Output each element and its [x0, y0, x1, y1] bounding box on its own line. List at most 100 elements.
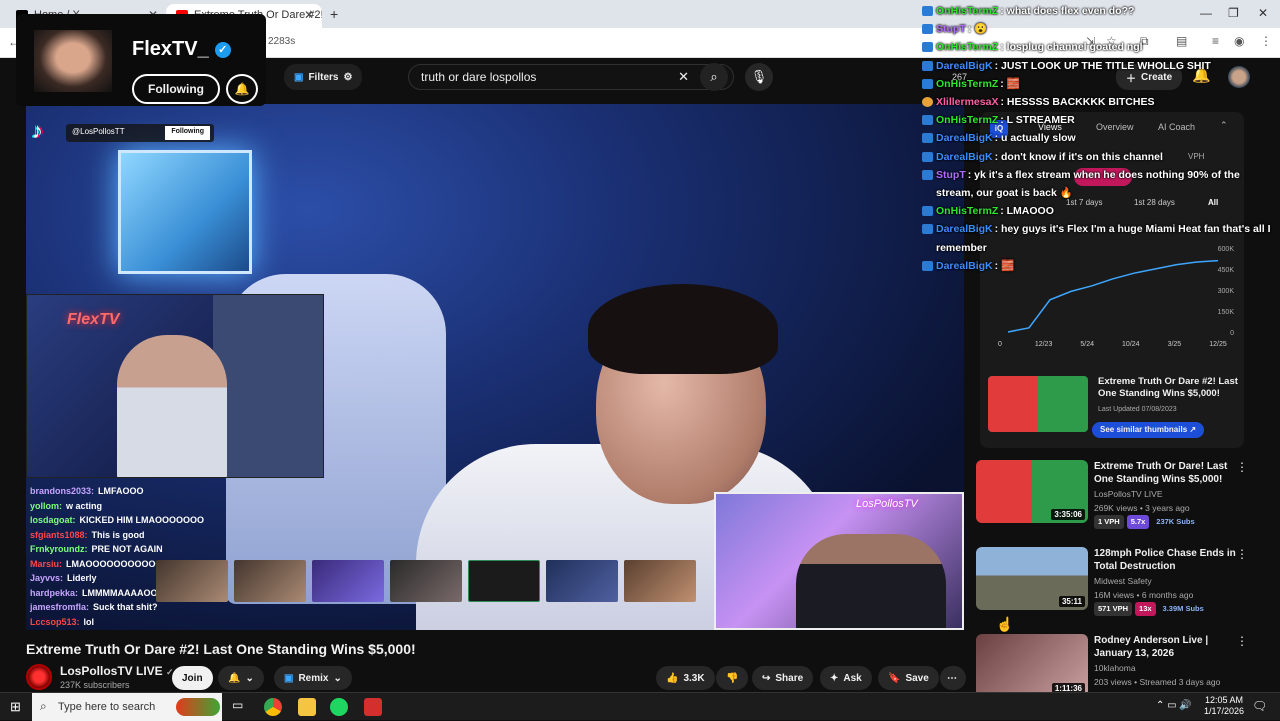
chat-username: OnHisTermZ [936, 41, 999, 54]
stream-chat-line: losdagoat: KICKED HIM LMAOOOOOOO [30, 513, 280, 528]
ask-button[interactable]: ✦ Ask [820, 666, 872, 690]
twitch-chat-line: DarealBigK: don't know if it's on this c… [920, 148, 1276, 166]
rec-title[interactable]: 128mph Police Chase Ends in Total Destru… [1094, 547, 1244, 573]
close-tab-icon[interactable]: ✕ [304, 8, 314, 22]
thumbs-up-icon: 👍 [666, 672, 679, 684]
multiplier-badge: 13x [1135, 602, 1156, 616]
recommendation-item[interactable]: 35:11 128mph Police Chase Ends in Total … [976, 547, 1256, 617]
task-view-icon[interactable]: ▭ [232, 698, 250, 716]
chat-username: Marsiu: [30, 558, 63, 569]
subscriber-badge-icon [922, 24, 933, 35]
clear-search-icon[interactable]: ✕ [678, 69, 689, 85]
notification-center-icon[interactable]: 🗨 [1252, 699, 1267, 713]
duration-badge: 35:11 [1058, 596, 1085, 607]
chat-message: w acting [66, 500, 103, 511]
chat-username: Frnkyroundz: [30, 544, 88, 554]
stream-chat-line: jamesfromfla: Suck that shit? [30, 600, 280, 615]
y-tick-label: 300K [1218, 288, 1235, 295]
chat-message: lol [83, 616, 95, 627]
neon-sign: FlexTV [67, 311, 120, 328]
subscriber-badge-icon [922, 260, 933, 271]
more-options-icon[interactable]: ⋮ [1236, 634, 1248, 648]
share-button[interactable]: ↪ Share [752, 666, 814, 690]
moderator-badge-icon [922, 97, 933, 108]
chat-username: StupT [936, 23, 966, 36]
stream-chat-line: brandons2033: LMFAOOO [30, 484, 280, 499]
file-explorer-icon[interactable] [298, 698, 316, 716]
chat-username: yollom: [30, 500, 63, 511]
video-title: Extreme Truth Or Dare #2! Last One Stand… [26, 641, 416, 657]
sliders-icon: ⚙ [343, 71, 353, 83]
rec-thumbnail[interactable]: 35:11 [976, 547, 1088, 610]
like-count: 3.3K [683, 672, 705, 684]
twitch-chat-line: XlillermesaX: HESSSS BACKKKK BITCHES [920, 93, 1276, 111]
rec-title[interactable]: Rodney Anderson Live | January 13, 2026 [1094, 634, 1244, 660]
dislike-button[interactable]: 👎 [716, 666, 749, 690]
tray-icons[interactable]: ⌃ ▭ 🔊 [1156, 700, 1192, 711]
more-options-icon[interactable]: ⋮ [1236, 460, 1248, 474]
more-options-icon[interactable]: ⋮ [1236, 547, 1248, 561]
chat-username: DarealBigK [936, 59, 993, 72]
new-tab-button[interactable]: + [330, 6, 338, 22]
tv-screen [118, 150, 252, 274]
chrome-icon[interactable] [264, 698, 282, 716]
rec-channel[interactable]: 10klahoma [1094, 662, 1136, 674]
rec-title[interactable]: Extreme Truth Or Dare! Last One Standing… [1094, 460, 1244, 486]
chat-message: : don't know if it's on this channel [994, 150, 1163, 163]
join-button[interactable]: Join [172, 666, 213, 690]
chat-username: OnHisTermZ [936, 5, 999, 17]
chat-message: : L STREAMER [1000, 114, 1075, 127]
peppers-icon [176, 698, 220, 716]
rec-channel[interactable]: Midwest Safety [1094, 575, 1152, 587]
search-input[interactable]: truth or dare lospollos ✕ [408, 64, 734, 90]
filters-button[interactable]: ▣ Filters ⚙ [284, 64, 363, 90]
multiplier-badge: 5.7x [1126, 515, 1150, 529]
subscribed-bell-button[interactable]: 🔔 ⌄ [218, 666, 264, 690]
bell-icon[interactable]: 🔔 [226, 74, 258, 104]
chat-username: sfgiants1088: [30, 529, 88, 540]
duration-badge: 3:35:06 [1051, 509, 1085, 520]
like-button[interactable]: 👍 3.3K [656, 666, 715, 690]
similar-thumbnails-button[interactable]: See similar thumbnails ↗ [1092, 422, 1205, 438]
chat-username: hardpekka: [30, 587, 79, 598]
search-query: truth or dare lospollos [421, 70, 537, 84]
channel-avatar[interactable] [26, 664, 52, 690]
video-player[interactable]: ♪ @LosPollosTT Following FlexTV brandons… [26, 104, 964, 630]
channel-name[interactable]: LosPollosTV LIVE [60, 664, 163, 678]
chat-username: DarealBigK [936, 132, 993, 145]
subscriber-badge-icon [922, 42, 933, 53]
chat-username: StupT [936, 168, 966, 181]
more-actions-button[interactable]: ⋯ [940, 666, 966, 690]
chat-message: PRE NOT AGAIN [91, 544, 163, 554]
stream-chat-overlay: brandons2033: LMFAOOO yollom: w acting losda… [30, 484, 280, 629]
save-button[interactable]: 🔖 Save [878, 666, 939, 690]
mouse-cursor-icon: ☝ [996, 616, 1014, 632]
flex-name: FlexTV_ [132, 38, 209, 60]
chat-message: This is good [91, 529, 145, 540]
recommendation-item[interactable]: 3:35:06 Extreme Truth Or Dare! Last One … [976, 460, 1256, 530]
recommendation-item[interactable]: 1:11:36 Rodney Anderson Live | January 1… [976, 634, 1256, 697]
chat-message: Suck that shit? [93, 602, 158, 612]
rec-thumbnail[interactable]: 1:11:36 [976, 634, 1088, 697]
microphone-icon[interactable]: 🎙 [745, 63, 773, 91]
chat-message: : 🧱 [994, 259, 1015, 272]
search-icon[interactable]: ⌕ [700, 63, 728, 91]
rec-stats: 269K views • 3 years ago [1094, 503, 1190, 513]
app-icon[interactable] [364, 698, 382, 716]
following-button[interactable]: Following [132, 74, 220, 104]
rec-channel[interactable]: LosPollosTV LIVE [1094, 488, 1163, 500]
y-tick-label: 0 [1230, 330, 1234, 337]
rec-stats: 16M views • 6 months ago [1094, 590, 1194, 600]
spotify-icon[interactable] [330, 698, 348, 716]
flex-name-row: FlexTV_ ✓ [132, 38, 231, 61]
card-updated: Last Updated 07/08/2023 [1098, 406, 1177, 413]
remix-button[interactable]: ▣ Remix ⌄ [274, 666, 352, 690]
sparkle-icon: ✦ [830, 672, 839, 684]
windows-start-icon[interactable]: ⊞ [10, 699, 21, 715]
chat-username: Lccsop513: [30, 616, 80, 627]
card-title: Extreme Truth Or Dare #2! Last One Stand… [1098, 376, 1238, 399]
clock-date: 1/17/2026 [1204, 706, 1245, 716]
clock[interactable]: 12:05 AM 1/17/2026 [1204, 695, 1244, 717]
channel-name-row[interactable]: LosPollosTV LIVE ✓ [60, 664, 174, 678]
rec-thumbnail[interactable]: 3:35:06 [976, 460, 1088, 523]
